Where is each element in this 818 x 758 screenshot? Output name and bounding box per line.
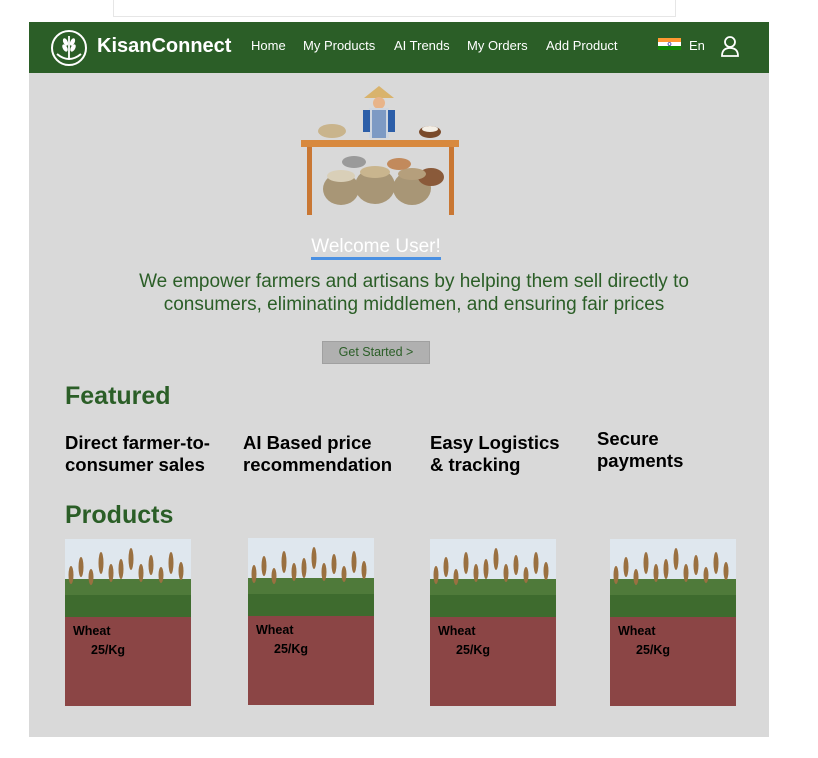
top-frame-line bbox=[113, 0, 676, 17]
feature-line: Easy Logistics bbox=[430, 432, 560, 453]
product-price: 25/Kg bbox=[274, 642, 309, 656]
feature-line: AI Based price bbox=[243, 432, 372, 453]
millet-crop-image bbox=[248, 538, 374, 616]
wheat-logo-icon bbox=[51, 30, 87, 66]
welcome-heading[interactable]: Welcome User! bbox=[311, 237, 441, 260]
brand-name[interactable]: KisanConnect bbox=[97, 35, 231, 58]
product-name: Wheat bbox=[618, 624, 656, 638]
millet-crop-image bbox=[430, 539, 556, 617]
tagline-line-1: We empower farmers and artisans by helpi… bbox=[139, 271, 689, 292]
india-flag-icon[interactable] bbox=[658, 38, 681, 50]
feature-line: Secure bbox=[597, 428, 659, 449]
feature-line: recommendation bbox=[243, 454, 393, 475]
product-card[interactable]: Wheat 25/Kg bbox=[248, 538, 374, 705]
feature-direct-sales: Direct farmer-to- consumer sales bbox=[65, 432, 210, 476]
product-name: Wheat bbox=[73, 624, 111, 638]
nav-link-my-orders[interactable]: My Orders bbox=[467, 38, 528, 53]
language-selector[interactable]: En bbox=[689, 38, 705, 53]
farmer-market-illustration bbox=[301, 86, 459, 215]
featured-heading: Featured bbox=[65, 382, 171, 410]
millet-crop-image bbox=[65, 539, 191, 617]
product-price: 25/Kg bbox=[456, 643, 491, 657]
product-name: Wheat bbox=[256, 623, 294, 637]
nav-link-add-product[interactable]: Add Product bbox=[546, 38, 618, 53]
nav-link-my-products[interactable]: My Products bbox=[303, 38, 375, 53]
nav-link-ai-trends[interactable]: AI Trends bbox=[394, 38, 450, 53]
feature-line: Direct farmer-to- bbox=[65, 432, 210, 453]
product-card[interactable]: Wheat 25/Kg bbox=[610, 539, 736, 706]
feature-line: consumer sales bbox=[65, 454, 205, 475]
nav-link-home[interactable]: Home bbox=[251, 38, 286, 53]
product-card[interactable]: Wheat 25/Kg bbox=[430, 539, 556, 706]
tagline-line-2: consumers, eliminating middlemen, and en… bbox=[163, 294, 665, 315]
feature-line: payments bbox=[597, 450, 684, 471]
millet-crop-image bbox=[610, 539, 736, 617]
product-price: 25/Kg bbox=[636, 643, 671, 657]
feature-logistics: Easy Logistics & tracking bbox=[430, 432, 560, 476]
tagline: We empower farmers and artisans by helpi… bbox=[89, 270, 739, 316]
product-price: 25/Kg bbox=[91, 643, 126, 657]
get-started-button[interactable]: Get Started > bbox=[322, 341, 430, 364]
user-profile-icon[interactable] bbox=[720, 35, 740, 57]
product-name: Wheat bbox=[438, 624, 476, 638]
product-card[interactable]: Wheat 25/Kg bbox=[65, 539, 191, 706]
products-heading: Products bbox=[65, 501, 174, 529]
page-frame: KisanConnect Home My Products AI Trends … bbox=[29, 22, 769, 737]
feature-ai-pricing: AI Based price recommendation bbox=[243, 432, 392, 476]
feature-line: & tracking bbox=[430, 454, 521, 475]
navbar: KisanConnect Home My Products AI Trends … bbox=[29, 22, 769, 73]
feature-secure-payments: Secure payments bbox=[597, 428, 683, 472]
